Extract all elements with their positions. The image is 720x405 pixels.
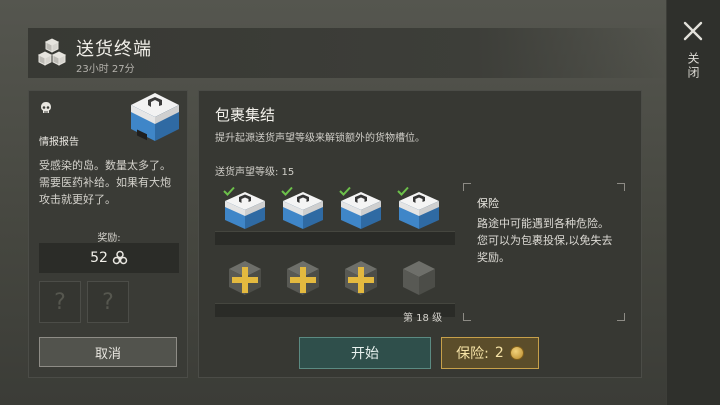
cargo-slot-locked [397,257,441,299]
header: 送货终端 23小时 27分 [28,28,668,78]
close-label[interactable]: 关闭 [684,52,702,80]
report-body: 受感染的岛。数量太多了。需要医药补给。如果有大炮攻击就更好了。 [39,159,171,206]
cancel-button[interactable]: 取消 [39,337,177,367]
boxes-icon [37,38,67,66]
insurance-button[interactable]: 保险: 2 [441,337,539,369]
panel-title: 包裹集结 [215,106,276,124]
cargo-slot-add-icon[interactable] [281,257,325,299]
insurance-info-box: 保险 路途中可能遇到各种危险。您可以为包裹投保,以免失去奖励。 [463,183,625,321]
skull-icon [41,102,51,113]
page-title: 送货终端 [76,39,152,60]
reward-slot-empty: ? [87,281,129,323]
panel-description: 提升起源送货声望等级来解锁额外的货物槽位。 [215,133,425,144]
cargo-slot-add-icon[interactable] [223,257,267,299]
biohazard-icon [112,250,128,265]
reward-label: 奖励: [97,233,121,244]
locked-level-label: 第 18 级 [403,313,443,324]
reward-value: 52 [90,250,108,266]
start-button[interactable]: 开始 [299,337,431,369]
coin-icon [509,346,524,360]
cargo-slot-crate[interactable] [395,187,443,235]
reputation-level-label: 送货声望等级: 15 [215,167,295,178]
report-title: 情报报告 [39,137,79,148]
timer-text: 23小时 27分 [76,64,135,75]
reward-row: 52 [39,243,179,273]
close-icon [683,21,703,41]
intel-report-panel: 情报报告 受感染的岛。数量太多了。需要医药补给。如果有大炮攻击就更好了。 奖励:… [28,90,188,378]
cargo-slot-crate[interactable] [337,187,385,235]
cargo-slot-crate[interactable] [279,187,327,235]
reward-slot-empty: ? [39,281,81,323]
insurance-button-label: 保险: [456,346,489,362]
insurance-body: 路途中可能遇到各种危险。您可以为包裹投保,以免失去奖励。 [477,217,613,264]
insurance-cost: 2 [494,345,504,361]
close-button[interactable] [680,18,706,44]
cargo-slot-add-icon[interactable] [339,257,383,299]
insurance-title: 保险 [477,197,499,210]
right-rail: 关闭 [666,0,720,405]
cargo-slot-crate[interactable] [221,187,269,235]
delivery-crate-icon [131,93,179,141]
package-assembly-panel: 包裹集结 提升起源送货声望等级来解锁额外的货物槽位。 送货声望等级: 15 第 … [198,90,642,378]
